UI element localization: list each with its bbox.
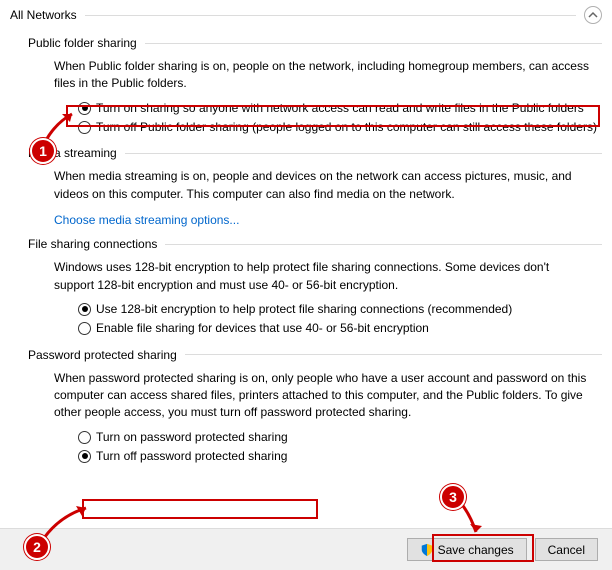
section-divider (165, 244, 602, 245)
radio-option-pfs-off[interactable]: Turn off Public folder sharing (people l… (78, 118, 602, 137)
radio-option-fsc-128[interactable]: Use 128-bit encryption to help protect f… (78, 300, 602, 319)
section-public-folder-sharing: Public folder sharing When Public folder… (10, 36, 602, 136)
radio-option-pfs-on[interactable]: Turn on sharing so anyone with network a… (78, 99, 602, 118)
content-area: Public folder sharing When Public folder… (0, 36, 612, 525)
button-label: Save changes (438, 543, 514, 557)
section-file-sharing-connections: File sharing connections Windows uses 12… (10, 237, 602, 337)
radio-input[interactable] (78, 102, 91, 115)
radio-label: Turn off Public folder sharing (people l… (96, 119, 602, 136)
cancel-button[interactable]: Cancel (535, 538, 598, 561)
section-title: Public folder sharing (10, 36, 602, 50)
radio-group-pps: Turn on password protected sharing Turn … (10, 428, 602, 466)
radio-label: Turn on password protected sharing (96, 429, 602, 446)
section-divider (125, 153, 602, 154)
radio-input[interactable] (78, 322, 91, 335)
radio-option-pps-on[interactable]: Turn on password protected sharing (78, 428, 602, 447)
section-title-text: File sharing connections (28, 237, 157, 251)
section-title-text: Public folder sharing (28, 36, 137, 50)
radio-label: Turn on sharing so anyone with network a… (96, 100, 602, 117)
save-changes-button[interactable]: Save changes (407, 538, 527, 561)
section-password-protected-sharing: Password protected sharing When password… (10, 348, 602, 466)
section-description: When Public folder sharing is on, people… (10, 50, 602, 99)
section-description: When media streaming is on, people and d… (10, 160, 602, 209)
section-title: Media streaming (10, 146, 602, 160)
section-title: Password protected sharing (10, 348, 602, 362)
radio-input[interactable] (78, 450, 91, 463)
radio-option-pps-off[interactable]: Turn off password protected sharing (78, 447, 602, 466)
radio-input[interactable] (78, 121, 91, 134)
section-title-text: Media streaming (28, 146, 117, 160)
section-header-all-networks: All Networks (0, 0, 612, 26)
collapse-button[interactable] (584, 6, 602, 24)
radio-group-fsc: Use 128-bit encryption to help protect f… (10, 300, 602, 338)
shield-icon (420, 543, 434, 557)
section-divider (185, 354, 602, 355)
section-description: Windows uses 128-bit encryption to help … (10, 251, 602, 300)
section-title: File sharing connections (10, 237, 602, 251)
radio-label: Enable file sharing for devices that use… (96, 320, 602, 337)
radio-label: Turn off password protected sharing (96, 448, 602, 465)
radio-group-pfs: Turn on sharing so anyone with network a… (10, 99, 602, 137)
header-divider (85, 15, 576, 16)
section-divider (145, 43, 602, 44)
section-title-text: Password protected sharing (28, 348, 177, 362)
button-label: Cancel (548, 543, 585, 557)
radio-label: Use 128-bit encryption to help protect f… (96, 301, 602, 318)
radio-option-fsc-4056[interactable]: Enable file sharing for devices that use… (78, 319, 602, 338)
section-media-streaming: Media streaming When media streaming is … (10, 146, 602, 227)
footer-bar: Save changes Cancel (0, 528, 612, 570)
section-description: When password protected sharing is on, o… (10, 362, 602, 428)
radio-input[interactable] (78, 303, 91, 316)
chevron-up-icon (588, 10, 598, 20)
media-streaming-options-link[interactable]: Choose media streaming options... (10, 213, 239, 227)
radio-input[interactable] (78, 431, 91, 444)
header-title: All Networks (10, 8, 77, 22)
